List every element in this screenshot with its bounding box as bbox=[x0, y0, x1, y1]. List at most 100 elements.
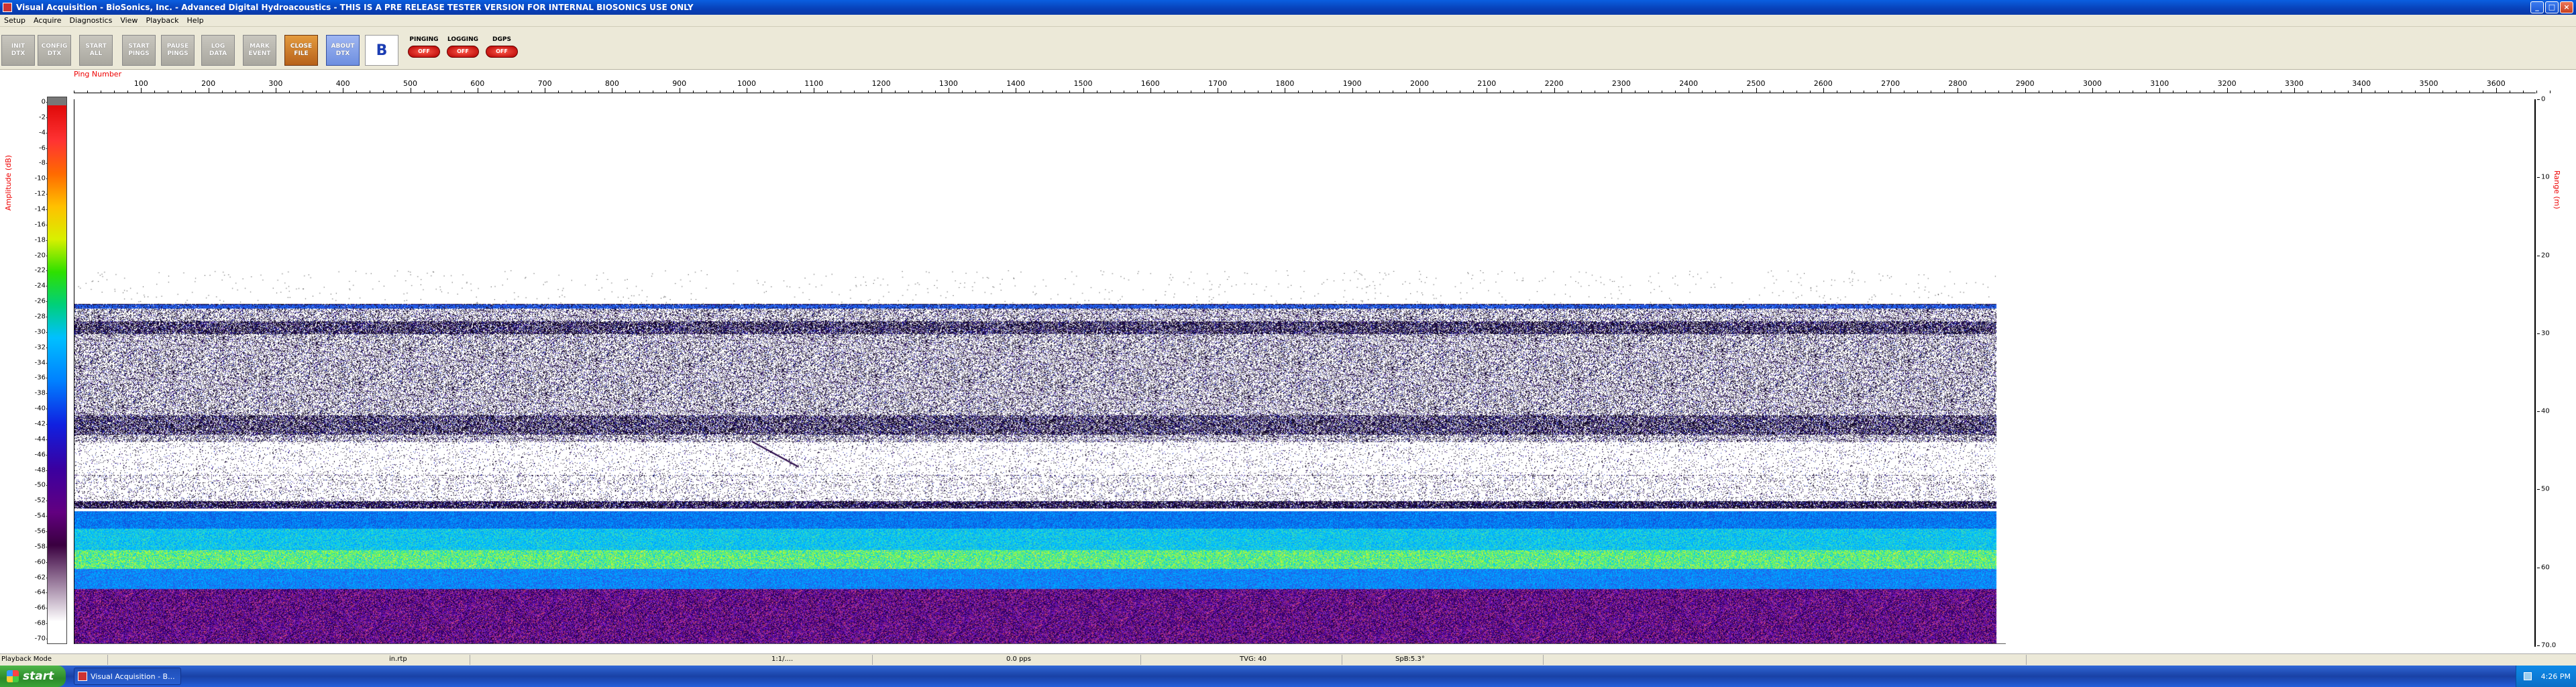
ping-minor-tick bbox=[1204, 91, 1205, 93]
ping-minor-tick bbox=[2159, 91, 2161, 93]
ping-minor-tick bbox=[423, 91, 425, 93]
ping-tick-label: 600 bbox=[470, 79, 485, 88]
amplitude-tick-label: -36 bbox=[34, 374, 46, 382]
ping-minor-tick bbox=[2388, 91, 2390, 93]
biosonics-logo-icon[interactable]: B bbox=[365, 35, 398, 66]
amplitude-ticks: 0 -2 -4 -6 -8 -10 -12 -14 -16 -18 -20 -22 -24 -26 -28 -… bbox=[27, 99, 49, 643]
ping-minor-tick bbox=[1998, 91, 1999, 93]
status-mode: Playback Mode bbox=[1, 655, 52, 663]
menu-playback[interactable]: Playback bbox=[142, 16, 182, 25]
amplitude-tick-label: -20 bbox=[34, 252, 46, 260]
ping-minor-tick bbox=[1500, 91, 1501, 93]
amplitude-colorbar bbox=[47, 97, 67, 644]
menu-help[interactable]: Help bbox=[183, 16, 208, 25]
taskbar: start Visual Acquisition - B... 4:26 PM bbox=[0, 666, 2576, 687]
ping-minor-tick bbox=[329, 91, 331, 93]
menu-setup[interactable]: Setup bbox=[0, 16, 30, 25]
ping-tick-label: 1000 bbox=[737, 79, 756, 88]
ping-tick-label: 3500 bbox=[2419, 79, 2438, 88]
range-tick bbox=[2537, 333, 2540, 334]
network-icon[interactable] bbox=[2523, 672, 2532, 680]
ping-tick-label: 2300 bbox=[1611, 79, 1631, 88]
ping-minor-tick bbox=[87, 91, 89, 93]
amplitude-axis-title: Amplitude (dB) bbox=[4, 155, 13, 211]
config-dtx-button[interactable]: CONFIG DTX bbox=[38, 35, 71, 66]
ping-tick-label: 500 bbox=[403, 79, 417, 88]
ping-minor-tick bbox=[1621, 91, 1622, 93]
echogram-canvas[interactable] bbox=[74, 99, 2006, 644]
system-tray: 4:26 PM bbox=[2516, 666, 2576, 687]
ping-minor-tick bbox=[2186, 91, 2188, 93]
range-tick bbox=[2537, 411, 2540, 413]
start-pings-button[interactable]: START PINGS bbox=[122, 35, 156, 66]
ping-minor-tick bbox=[1877, 91, 1878, 93]
ping-minor-tick bbox=[2550, 91, 2551, 93]
ping-minor-tick bbox=[639, 91, 640, 93]
ping-tick-label: 1300 bbox=[938, 79, 958, 88]
clock: 4:26 PM bbox=[2540, 672, 2571, 681]
ping-minor-tick bbox=[2536, 91, 2537, 93]
minimize-button[interactable]: _ bbox=[2530, 1, 2544, 13]
ping-minor-tick bbox=[2294, 91, 2295, 93]
range-tick-label: 10 bbox=[2541, 173, 2550, 181]
menu-diagnostics[interactable]: Diagnostics bbox=[65, 16, 116, 25]
ping-minor-tick bbox=[1809, 91, 1811, 93]
taskbar-item-visual-acquisition[interactable]: Visual Acquisition - B... bbox=[74, 668, 181, 685]
ping-minor-tick bbox=[396, 91, 398, 93]
log-data-button[interactable]: LOG DATA bbox=[201, 35, 235, 66]
ping-minor-tick bbox=[2415, 91, 2416, 93]
ping-minor-tick bbox=[154, 91, 156, 93]
ping-tick-label: 2900 bbox=[2015, 79, 2035, 88]
windows-flag-icon bbox=[7, 670, 19, 682]
close-button[interactable]: × bbox=[2560, 1, 2573, 13]
ping-minor-tick bbox=[961, 91, 963, 93]
pinging-indicator: PINGING OFF bbox=[405, 36, 443, 64]
range-tick bbox=[2537, 99, 2540, 100]
ping-minor-tick bbox=[2065, 91, 2066, 93]
ping-minor-tick bbox=[1042, 91, 1044, 93]
range-tick bbox=[2537, 177, 2540, 178]
ping-minor-tick bbox=[773, 91, 775, 93]
maximize-button[interactable]: □ bbox=[2545, 1, 2559, 13]
ping-minor-tick bbox=[383, 91, 384, 93]
start-all-button[interactable]: START ALL bbox=[79, 35, 113, 66]
ping-minor-tick bbox=[706, 91, 707, 93]
amplitude-tick-label: -26 bbox=[34, 297, 46, 305]
ping-minor-tick bbox=[114, 91, 115, 93]
amplitude-tick-label: -70 bbox=[34, 635, 46, 643]
ping-minor-tick bbox=[867, 91, 869, 93]
amplitude-tick-label: -38 bbox=[34, 389, 46, 397]
ping-minor-tick bbox=[1338, 91, 1340, 93]
ping-minor-tick bbox=[1433, 91, 1434, 93]
ping-minor-tick bbox=[827, 91, 828, 93]
amplitude-tick-label: -64 bbox=[34, 588, 46, 596]
ping-minor-tick bbox=[2226, 91, 2228, 93]
ping-minor-tick bbox=[504, 91, 505, 93]
ping-minor-tick bbox=[894, 91, 896, 93]
ping-tick-label: 2200 bbox=[1544, 79, 1564, 88]
ping-minor-tick bbox=[316, 91, 317, 93]
ping-minor-tick bbox=[248, 91, 250, 93]
ping-minor-tick bbox=[787, 91, 788, 93]
status-file: in.rtp bbox=[389, 655, 407, 663]
menu-bar: Setup Acquire Diagnostics View Playback … bbox=[0, 15, 2576, 27]
ping-minor-tick bbox=[1917, 91, 1919, 93]
range-tick-label: 70.0 bbox=[2541, 641, 2557, 649]
about-dtx-button[interactable]: ABOUT DTX bbox=[326, 35, 360, 66]
mark-event-button[interactable]: MARK EVENT bbox=[243, 35, 276, 66]
start-button[interactable]: start bbox=[0, 666, 66, 687]
ping-minor-tick bbox=[235, 91, 236, 93]
amplitude-tick-label: -10 bbox=[34, 174, 46, 182]
ping-tick-label: 900 bbox=[672, 79, 687, 88]
menu-view[interactable]: View bbox=[116, 16, 142, 25]
pause-pings-button[interactable]: PAUSE PINGS bbox=[161, 35, 195, 66]
ping-number-title: Ping Number bbox=[74, 70, 122, 78]
dgps-label: DGPS bbox=[492, 36, 511, 43]
close-file-button[interactable]: CLOSE FILE bbox=[284, 35, 318, 66]
app-icon bbox=[3, 3, 12, 12]
init-dtx-button[interactable]: INIT DTX bbox=[1, 35, 35, 66]
ping-minor-tick bbox=[1446, 91, 1448, 93]
ping-minor-tick bbox=[2267, 91, 2268, 93]
menu-acquire[interactable]: Acquire bbox=[30, 16, 65, 25]
ping-tick-label: 1600 bbox=[1140, 79, 1160, 88]
